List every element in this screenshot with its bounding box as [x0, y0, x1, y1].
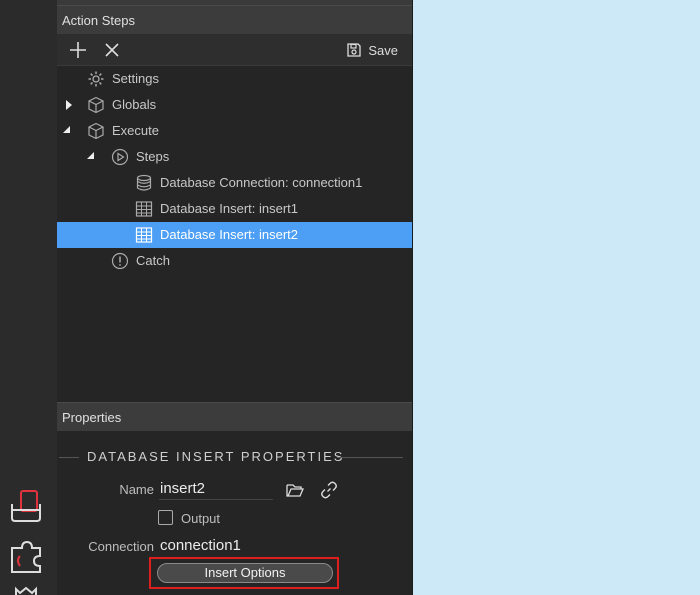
- tree-item-globals[interactable]: Globals: [57, 92, 412, 118]
- tree-item-database-insert-1[interactable]: Database Insert: insert1: [57, 196, 412, 222]
- action-steps-header: Action Steps: [57, 5, 412, 34]
- left-rail: [0, 0, 57, 595]
- remove-step-icon[interactable]: [102, 40, 122, 60]
- play-circle-icon: [111, 148, 129, 166]
- collapse-arrow-icon[interactable]: [63, 126, 70, 133]
- gear-icon: [87, 70, 105, 88]
- tree-item-catch[interactable]: Catch: [57, 248, 412, 274]
- cube-icon: [87, 122, 105, 140]
- database-icon: [135, 174, 153, 192]
- puzzle-icon[interactable]: [6, 538, 46, 574]
- output-checkbox[interactable]: [158, 510, 173, 525]
- section-title: DATABASE INSERT PROPERTIES: [87, 449, 345, 464]
- data-panel-icon[interactable]: [6, 490, 46, 526]
- properties-section-title: DATABASE INSERT PROPERTIES: [57, 446, 412, 468]
- divider: [337, 457, 403, 458]
- name-field-underline: [159, 499, 273, 500]
- table-icon: [135, 226, 153, 244]
- tree-item-label: Catch: [136, 253, 170, 268]
- collapse-arrow-icon[interactable]: [87, 152, 94, 159]
- expand-arrow-icon[interactable]: [66, 100, 72, 110]
- connection-label: Connection: [88, 539, 154, 554]
- save-button[interactable]: Save: [346, 40, 398, 60]
- output-label: Output: [181, 511, 221, 526]
- save-label: Save: [368, 42, 398, 58]
- name-field[interactable]: insert2: [160, 480, 205, 497]
- tree-item-execute[interactable]: Execute: [57, 118, 412, 144]
- tree-item-settings[interactable]: Settings: [57, 66, 412, 92]
- tools-icon[interactable]: [6, 584, 46, 595]
- tree-item-database-insert-2[interactable]: Database Insert: insert2: [57, 222, 412, 248]
- folder-open-icon[interactable]: [285, 480, 305, 500]
- action-steps-toolbar: Save: [57, 34, 412, 66]
- tree-item-label: Database Connection: connection1: [160, 175, 363, 190]
- save-icon: [347, 43, 362, 57]
- divider: [59, 457, 79, 458]
- tree-item-label: Execute: [112, 123, 159, 138]
- design-canvas[interactable]: [413, 0, 700, 595]
- table-icon: [135, 200, 153, 218]
- tree-item-label: Steps: [136, 149, 170, 164]
- tree-item-database-connection[interactable]: Database Connection: connection1: [57, 170, 412, 196]
- cube-icon: [87, 96, 105, 114]
- tree-item-label: Database Insert: insert1: [160, 201, 299, 216]
- action-steps-panel: Action Steps Save Settings Globals Execu…: [57, 0, 413, 595]
- connection-field[interactable]: connection1: [160, 537, 241, 554]
- name-label: Name: [119, 482, 154, 497]
- link-icon[interactable]: [319, 480, 339, 500]
- properties-header: Properties: [57, 402, 412, 431]
- tree-item-label: Settings: [112, 71, 159, 86]
- alert-circle-icon: [111, 252, 129, 270]
- tree-item-label: Database Insert: insert2: [160, 227, 299, 242]
- tree-item-label: Globals: [112, 97, 157, 112]
- tree-item-steps[interactable]: Steps: [57, 144, 412, 170]
- insert-options-button[interactable]: Insert Options: [157, 563, 333, 583]
- insert-options-highlight: Insert Options: [149, 557, 339, 589]
- add-step-icon[interactable]: [68, 40, 88, 60]
